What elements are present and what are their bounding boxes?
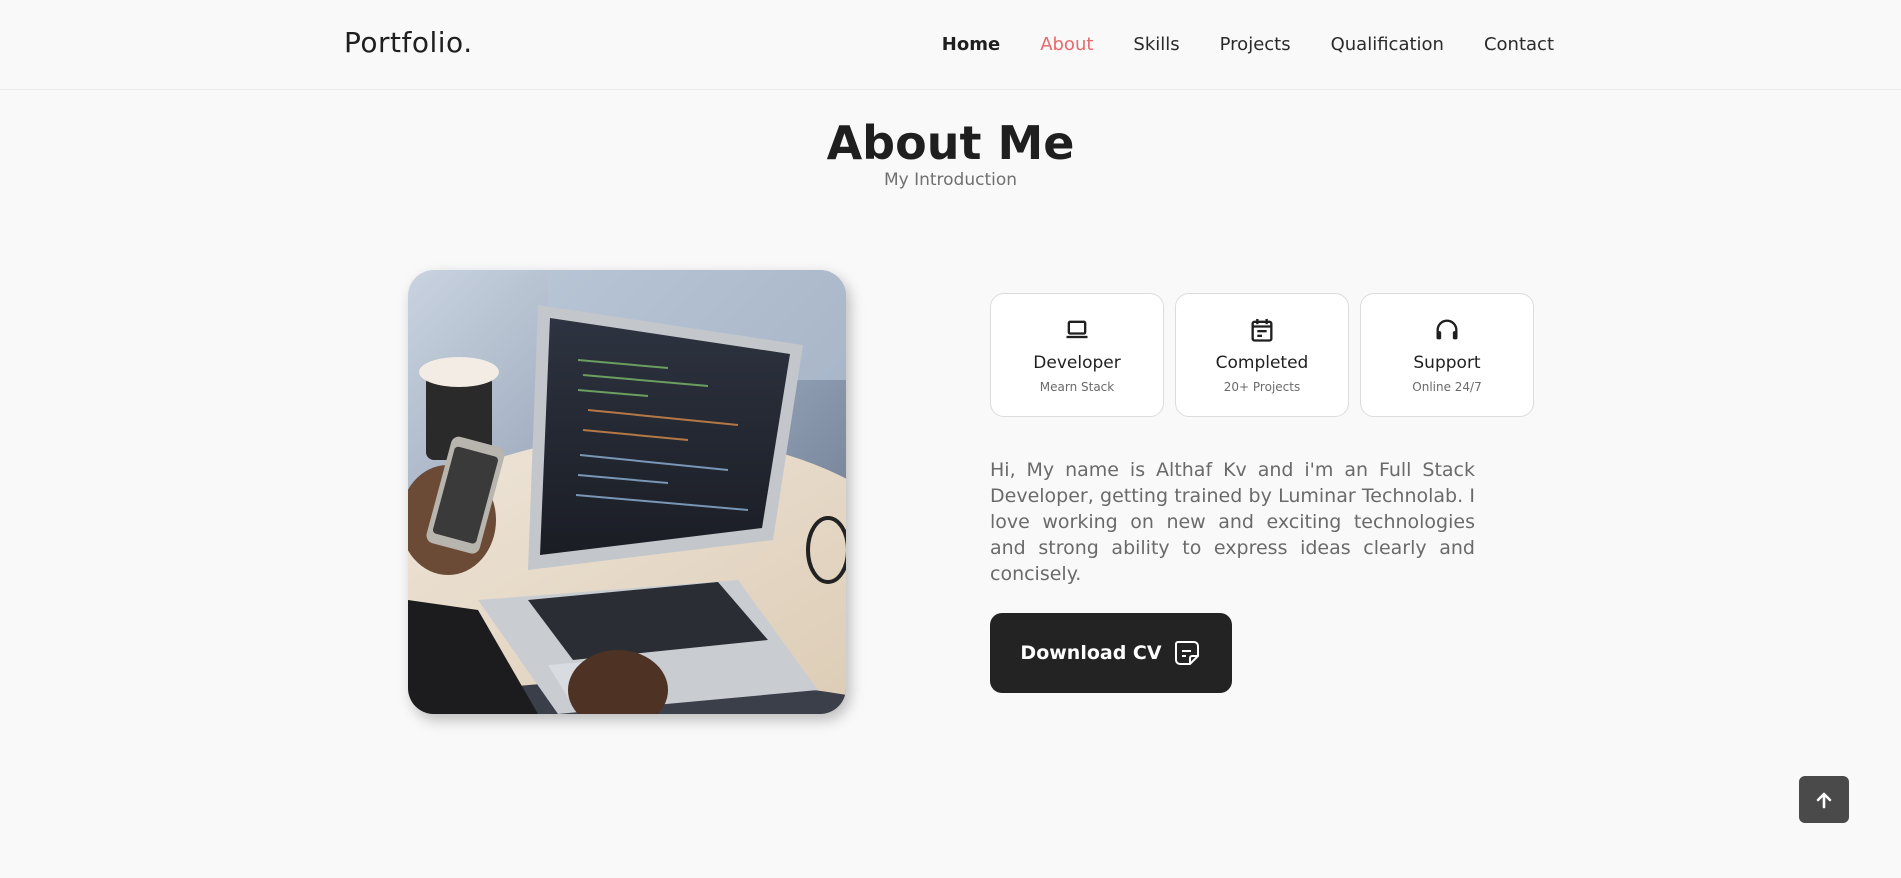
about-photo xyxy=(408,270,846,714)
calendar-icon xyxy=(1251,318,1273,342)
logo[interactable]: Portfolio. xyxy=(344,26,473,59)
section-subtitle: My Introduction xyxy=(883,170,1018,190)
card-completed: Completed 20+ Projects xyxy=(1175,293,1349,417)
site-header: Portfolio. Home About Skills Projects Qu… xyxy=(0,0,1901,90)
section-title: About Me xyxy=(826,116,1075,170)
card-subtitle: 20+ Projects xyxy=(1223,380,1301,394)
nav-item-qualification[interactable]: Qualification xyxy=(1331,34,1444,55)
about-description: Hi, My name is Althaf Kv and i'm an Full… xyxy=(990,459,1475,585)
card-support: Support Online 24/7 xyxy=(1360,293,1534,417)
download-cv-button[interactable]: Download CV xyxy=(990,613,1232,693)
card-title: Developer xyxy=(1033,353,1121,373)
card-developer: Developer Mearn Stack xyxy=(990,293,1164,417)
headphones-icon xyxy=(1436,319,1458,340)
nav-item-projects[interactable]: Projects xyxy=(1220,34,1291,55)
info-cards: Developer Mearn Stack Completed 20+ Proj… xyxy=(990,293,1534,417)
card-title: Support xyxy=(1413,353,1481,373)
file-icon xyxy=(1174,641,1199,665)
nav-item-about[interactable]: About xyxy=(1040,34,1093,55)
nav-item-contact[interactable]: Contact xyxy=(1484,34,1554,55)
main-nav: Home About Skills Projects Qualification… xyxy=(942,34,1554,55)
arrow-up-icon xyxy=(1816,792,1832,808)
download-cv-label: Download CV xyxy=(1020,642,1162,664)
nav-item-skills[interactable]: Skills xyxy=(1133,34,1179,55)
scroll-top-button[interactable] xyxy=(1799,776,1849,823)
nav-item-home[interactable]: Home xyxy=(942,34,1000,55)
laptop-icon xyxy=(1066,320,1088,339)
card-subtitle: Online 24/7 xyxy=(1412,380,1482,394)
card-subtitle: Mearn Stack xyxy=(1039,380,1115,394)
card-title: Completed xyxy=(1215,353,1309,373)
